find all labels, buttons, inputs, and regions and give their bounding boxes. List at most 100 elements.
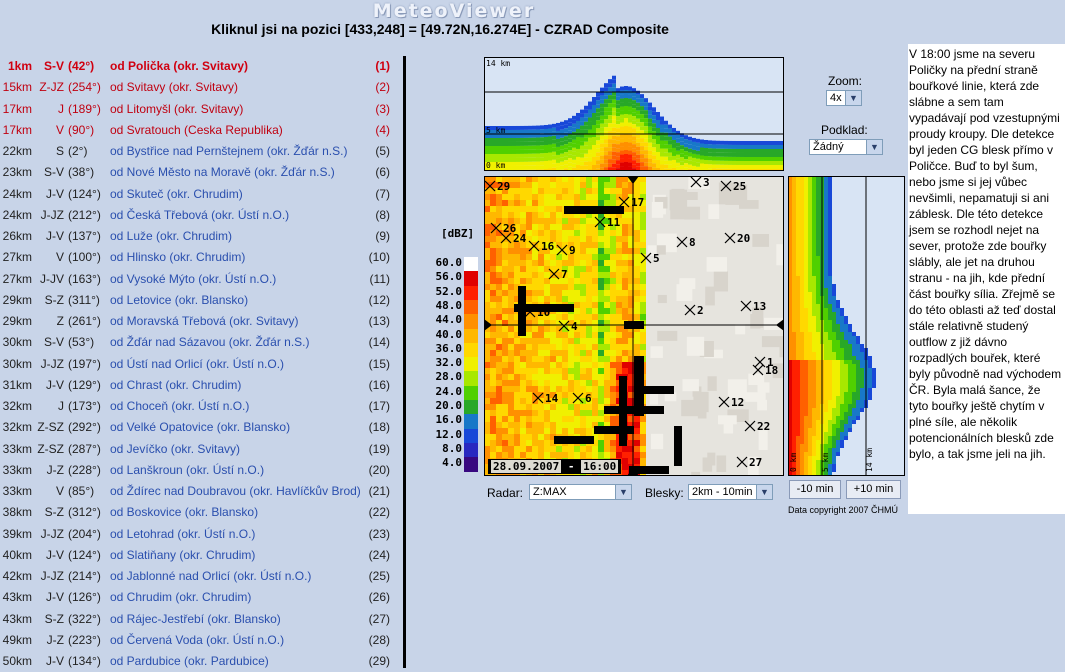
location-bearing: (322°) xyxy=(68,612,108,626)
plus-10-min-button[interactable]: +10 min xyxy=(846,480,901,499)
place-marker-number: 8 xyxy=(689,236,696,249)
location-bearing: (85°) xyxy=(68,484,108,498)
location-link[interactable]: od Chrast (okr. Chrudim) xyxy=(110,378,241,392)
location-link[interactable]: od Bystřice nad Pernštejnem (okr. Žďár n… xyxy=(110,144,347,158)
vertical-profile-panel[interactable]: 14 km 5 km 0 km xyxy=(484,57,784,171)
location-link[interactable]: od Lanškroun (okr. Ústí n.O.) xyxy=(110,463,264,477)
profile-top-label: 14 km xyxy=(486,59,510,68)
location-number: (12) xyxy=(360,293,390,307)
lightning-strike xyxy=(564,206,624,214)
location-bearing: (254°) xyxy=(68,80,108,94)
location-link[interactable]: od Polička (okr. Svitavy) xyxy=(110,59,248,73)
dbz-scale-label: 32.0 xyxy=(432,356,462,369)
lightning-strike xyxy=(554,436,594,444)
location-number: (20) xyxy=(360,463,390,477)
location-bearing: (129°) xyxy=(68,378,108,392)
location-distance: 29km xyxy=(0,293,32,307)
dbz-scale-label: 4.0 xyxy=(432,456,462,469)
location-link[interactable]: od Nové Město na Moravě (okr. Žďár n.S.) xyxy=(110,165,335,179)
location-direction: S-V xyxy=(34,59,64,73)
podklad-select[interactable]: Žádný ▼ xyxy=(809,139,883,155)
location-link[interactable]: od Svratouch (Ceska Republika) xyxy=(110,123,283,137)
location-number: (22) xyxy=(360,505,390,519)
location-distance: 33km xyxy=(0,442,32,456)
location-bearing: (38°) xyxy=(68,165,108,179)
location-direction: J-V xyxy=(34,590,64,604)
location-bearing: (100°) xyxy=(68,250,108,264)
location-distance: 27km xyxy=(0,272,32,286)
dbz-scale-label: 48.0 xyxy=(432,299,462,312)
location-row: 31kmJ-V(129°)od Chrast (okr. Chrudim)(16… xyxy=(0,375,400,396)
location-bearing: (42°) xyxy=(68,59,108,73)
location-link[interactable]: od Svitavy (okr. Svitavy) xyxy=(110,80,238,94)
radar-map[interactable]: 293251711262416982057213104118146122227 xyxy=(484,176,784,476)
zoom-select[interactable]: 4x ▼ xyxy=(826,90,862,106)
location-number: (24) xyxy=(360,548,390,562)
dbz-scale-swatch xyxy=(464,314,478,329)
location-row: 33kmV(85°)od Ždírec nad Doubravou (okr. … xyxy=(0,481,400,502)
location-direction: J-JV xyxy=(34,272,64,286)
location-row: 33kmZ-SZ(287°)od Jevíčko (okr. Svitavy)(… xyxy=(0,439,400,460)
location-link[interactable]: od Choceň (okr. Ústí n.O.) xyxy=(110,399,249,413)
location-link[interactable]: od Hlinsko (okr. Chrudim) xyxy=(110,250,245,264)
side-profile-panel[interactable]: 0 km 5 km 14 km xyxy=(788,176,905,476)
location-row: 33kmJ-Z(228°)od Lanškroun (okr. Ústí n.O… xyxy=(0,460,400,481)
location-link[interactable]: od Česká Třebová (okr. Ústí n.O.) xyxy=(110,208,289,222)
location-link[interactable]: od Litomyšl (okr. Svitavy) xyxy=(110,102,243,116)
location-link[interactable]: od Ždírec nad Doubravou (okr. Havlíčkův … xyxy=(110,484,361,498)
location-row: 22kmS(2°)od Bystřice nad Pernštejnem (ok… xyxy=(0,141,400,162)
location-number: (28) xyxy=(360,633,390,647)
lightning-strike xyxy=(634,356,644,416)
dbz-scale-swatch xyxy=(464,400,478,415)
location-row: 40kmJ-V(124°)od Slatiňany (okr. Chrudim)… xyxy=(0,545,400,566)
dbz-scale-label: 52.0 xyxy=(432,285,462,298)
location-link[interactable]: od Ústí nad Orlicí (okr. Ústí n.O.) xyxy=(110,357,284,371)
lightning-strike xyxy=(629,466,669,474)
location-link[interactable]: od Moravská Třebová (okr. Svitavy) xyxy=(110,314,299,328)
place-marker-number: 29 xyxy=(497,180,510,193)
location-row: 17kmJ(189°)od Litomyšl (okr. Svitavy)(3) xyxy=(0,99,400,120)
side-label-0: 0 km xyxy=(789,453,798,472)
location-link[interactable]: od Skuteč (okr. Chrudim) xyxy=(110,187,243,201)
podklad-label: Podklad: xyxy=(821,123,868,137)
place-marker-number: 10 xyxy=(537,306,550,319)
place-marker-number: 13 xyxy=(753,300,766,313)
chevron-down-icon: ▼ xyxy=(756,485,772,499)
location-direction: J-V xyxy=(34,548,64,562)
location-link[interactable]: od Pardubice (okr. Pardubice) xyxy=(110,654,269,668)
meteoviewer-page: MeteoViewer Kliknul jsi na pozici [433,2… xyxy=(0,0,908,668)
location-link[interactable]: od Žďár nad Sázavou (okr. Žďár n.S.) xyxy=(110,335,310,349)
location-link[interactable]: od Boskovice (okr. Blansko) xyxy=(110,505,258,519)
location-direction: V xyxy=(34,250,64,264)
location-bearing: (204°) xyxy=(68,527,108,541)
location-row: 30kmS-V(53°)od Žďár nad Sázavou (okr. Žď… xyxy=(0,332,400,353)
location-link[interactable]: od Chrudim (okr. Chrudim) xyxy=(110,590,251,604)
location-link[interactable]: od Letohrad (okr. Ústí n.O.) xyxy=(110,527,255,541)
radar-select[interactable]: Z:MAX ▼ xyxy=(529,484,632,500)
location-link[interactable]: od Vysoké Mýto (okr. Ústí n.O.) xyxy=(110,272,276,286)
place-marker-number: 14 xyxy=(545,392,559,405)
location-direction: J-Z xyxy=(34,463,64,477)
chevron-down-icon: ▼ xyxy=(615,485,631,499)
location-row: 27kmJ-JV(163°)od Vysoké Mýto (okr. Ústí … xyxy=(0,269,400,290)
location-link[interactable]: od Luže (okr. Chrudim) xyxy=(110,229,232,243)
location-link[interactable]: od Velké Opatovice (okr. Blansko) xyxy=(110,420,290,434)
location-bearing: (137°) xyxy=(68,229,108,243)
location-number: (10) xyxy=(360,250,390,264)
location-direction: J-V xyxy=(34,187,64,201)
location-link[interactable]: od Jevíčko (okr. Svitavy) xyxy=(110,442,240,456)
minus-10-min-button[interactable]: -10 min xyxy=(789,480,841,499)
location-link[interactable]: od Letovice (okr. Blansko) xyxy=(110,293,248,307)
location-distance: 30km xyxy=(0,357,32,371)
location-link[interactable]: od Slatiňany (okr. Chrudim) xyxy=(110,548,255,562)
location-distance: 29km xyxy=(0,314,32,328)
location-link[interactable]: od Červená Voda (okr. Ústí n.O.) xyxy=(110,633,284,647)
location-link[interactable]: od Jablonné nad Orlicí (okr. Ústí n.O.) xyxy=(110,569,311,583)
location-number: (14) xyxy=(360,335,390,349)
side-profile-image: 0 km 5 km 14 km xyxy=(788,176,905,476)
blesky-select[interactable]: 2km - 10min ▼ xyxy=(688,484,773,500)
location-link[interactable]: od Rájec-Jestřebí (okr. Blansko) xyxy=(110,612,281,626)
location-number: (4) xyxy=(360,123,390,137)
location-distance: 49km xyxy=(0,633,32,647)
location-distance: 30km xyxy=(0,335,32,349)
